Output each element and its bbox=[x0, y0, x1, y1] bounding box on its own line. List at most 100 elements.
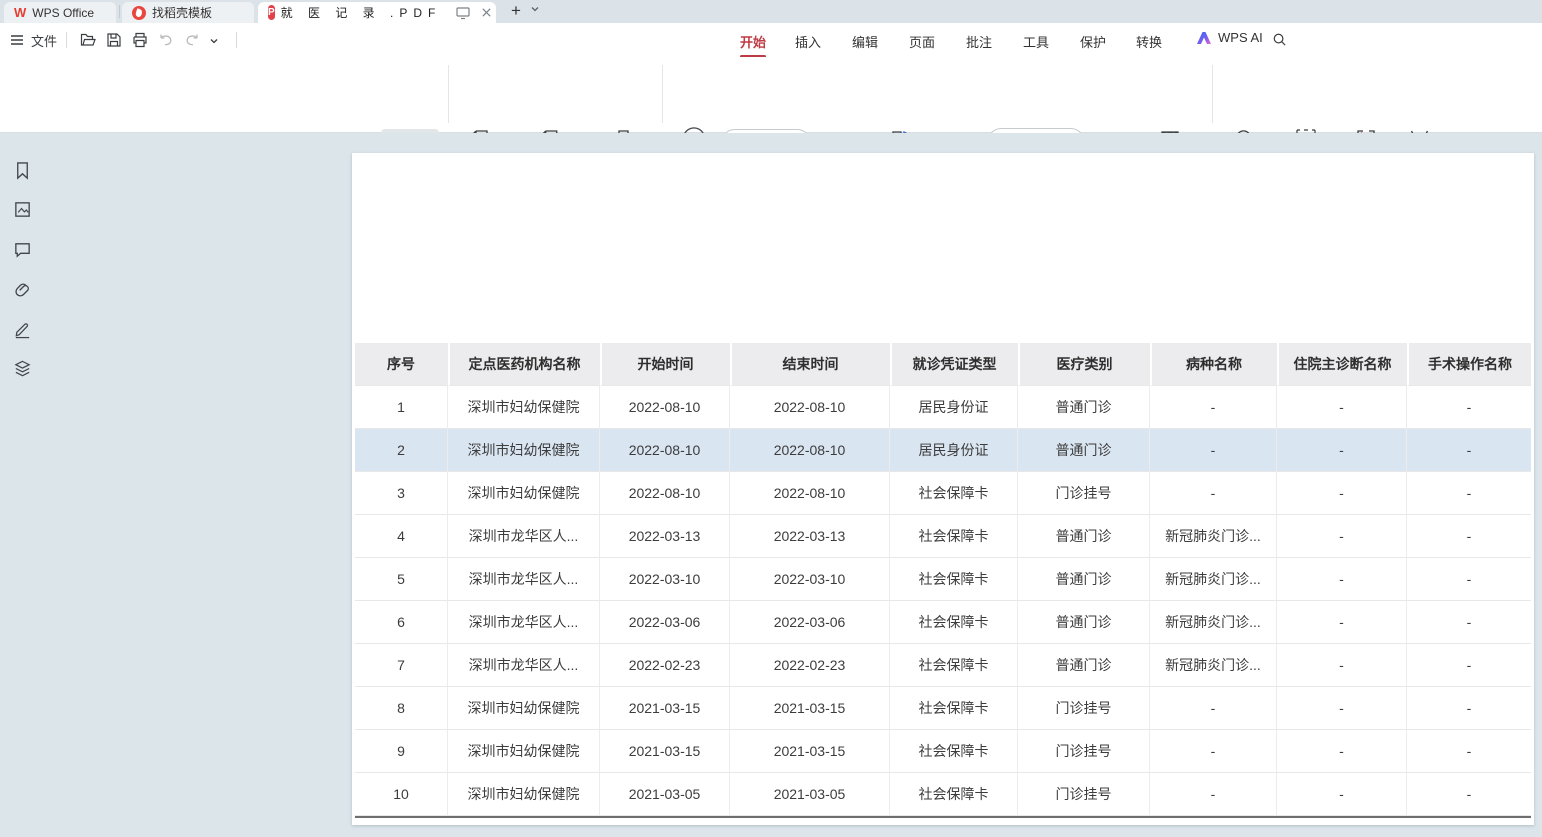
table-cell: - bbox=[1150, 773, 1277, 816]
open-folder-icon[interactable] bbox=[80, 32, 96, 48]
table-cell: - bbox=[1407, 730, 1531, 773]
column-header: 序号 bbox=[355, 343, 448, 386]
divider bbox=[66, 32, 67, 48]
tab-document-pdf[interactable]: P 就 医 记 录 .PDF bbox=[258, 2, 496, 23]
table-cell: 2022-03-10 bbox=[600, 558, 730, 601]
new-tab-button[interactable]: + bbox=[506, 0, 526, 22]
column-header: 定点医药机构名称 bbox=[448, 343, 600, 386]
table-cell: - bbox=[1407, 472, 1531, 515]
close-tab-icon[interactable] bbox=[481, 7, 492, 18]
wps-ai-icon bbox=[1196, 31, 1212, 45]
attachment-panel-icon[interactable] bbox=[13, 280, 32, 299]
window-tab-bar: W WPS Office 找稻壳模板 P 就 医 记 录 .PDF + bbox=[0, 0, 1542, 23]
redo-icon[interactable] bbox=[184, 32, 200, 48]
table-cell: - bbox=[1407, 644, 1531, 687]
table-cell: 深圳市妇幼保健院 bbox=[448, 773, 600, 816]
menu-tab-8[interactable]: 转换 bbox=[1136, 30, 1162, 52]
table-cell: 社会保障卡 bbox=[890, 730, 1018, 773]
table-cell: 2021-03-05 bbox=[600, 773, 730, 816]
table-cell: - bbox=[1277, 558, 1407, 601]
table-cell: 2022-02-23 bbox=[600, 644, 730, 687]
tab-wps-office[interactable]: W WPS Office bbox=[4, 2, 116, 23]
table-cell: 2022-02-23 bbox=[730, 644, 890, 687]
table-cell: 普通门诊 bbox=[1018, 429, 1150, 472]
table-cell: 2022-08-10 bbox=[600, 386, 730, 429]
table-cell: 普通门诊 bbox=[1018, 601, 1150, 644]
table-row: 4深圳市龙华区人...2022-03-132022-03-13社会保障卡普通门诊… bbox=[355, 515, 1531, 558]
table-row: 1深圳市妇幼保健院2022-08-102022-08-10居民身份证普通门诊--… bbox=[355, 386, 1531, 429]
table-cell: 社会保障卡 bbox=[890, 558, 1018, 601]
table-cell: - bbox=[1277, 644, 1407, 687]
table-row: 5深圳市龙华区人...2022-03-102022-03-10社会保障卡普通门诊… bbox=[355, 558, 1531, 601]
wps-ai-button[interactable]: WPS AI bbox=[1196, 30, 1263, 45]
menu-search-icon[interactable] bbox=[1272, 32, 1287, 47]
tab-label: WPS Office bbox=[32, 6, 94, 20]
menu-tab-4[interactable]: 页面 bbox=[909, 30, 935, 52]
table-cell: 新冠肺炎门诊... bbox=[1150, 601, 1277, 644]
undo-icon[interactable] bbox=[158, 32, 174, 48]
column-header: 医疗类别 bbox=[1018, 343, 1150, 386]
tab-docer-templates[interactable]: 找稻壳模板 bbox=[122, 2, 254, 23]
table-cell: - bbox=[1277, 687, 1407, 730]
table-cell: - bbox=[1407, 515, 1531, 558]
pdf-file-icon: P bbox=[268, 5, 275, 20]
table-row: 2深圳市妇幼保健院2022-08-102022-08-10居民身份证普通门诊--… bbox=[355, 429, 1531, 472]
wps-ai-label: WPS AI bbox=[1218, 30, 1263, 45]
document-title: 就 医 记 录 .PDF bbox=[281, 4, 442, 21]
table-cell: - bbox=[1277, 601, 1407, 644]
menu-tab-3[interactable]: 编辑 bbox=[852, 30, 878, 52]
table-cell: 2022-03-13 bbox=[730, 515, 890, 558]
table-cell: 2022-08-10 bbox=[600, 472, 730, 515]
menu-tab-6[interactable]: 工具 bbox=[1023, 30, 1049, 52]
table-header-row: 序号定点医药机构名称开始时间结束时间就诊凭证类型医疗类别病种名称住院主诊断名称手… bbox=[355, 343, 1531, 386]
table-cell: 普通门诊 bbox=[1018, 644, 1150, 687]
thumbnail-panel-icon[interactable] bbox=[13, 200, 32, 219]
bookmark-panel-icon[interactable] bbox=[13, 161, 32, 180]
file-menu-button[interactable]: 文件 bbox=[10, 23, 57, 57]
table-cell: - bbox=[1277, 429, 1407, 472]
table-cell: 新冠肺炎门诊... bbox=[1150, 644, 1277, 687]
table-cell: 深圳市妇幼保健院 bbox=[448, 687, 600, 730]
table-cell: - bbox=[1407, 687, 1531, 730]
table-cell: - bbox=[1407, 601, 1531, 644]
signature-panel-icon[interactable] bbox=[13, 320, 32, 339]
table-cell: - bbox=[1277, 515, 1407, 558]
table-cell: 社会保障卡 bbox=[890, 472, 1018, 515]
table-cell: - bbox=[1407, 558, 1531, 601]
table-row: 3深圳市妇幼保健院2022-08-102022-08-10社会保障卡门诊挂号--… bbox=[355, 472, 1531, 515]
table-cell: 2022-08-10 bbox=[600, 429, 730, 472]
table-cell: 深圳市妇幼保健院 bbox=[448, 386, 600, 429]
table-row: 7深圳市龙华区人...2022-02-232022-02-23社会保障卡普通门诊… bbox=[355, 644, 1531, 687]
tab-list-chevron-icon[interactable] bbox=[530, 4, 540, 14]
table-cell: 门诊挂号 bbox=[1018, 472, 1150, 515]
table-cell: 居民身份证 bbox=[890, 386, 1018, 429]
column-header: 手术操作名称 bbox=[1407, 343, 1531, 386]
menu-tab-2[interactable]: 插入 bbox=[795, 30, 821, 52]
table-cell: 3 bbox=[355, 472, 448, 515]
menu-tab-1[interactable]: 开始 bbox=[740, 30, 766, 52]
pdf-page[interactable]: 序号定点医药机构名称开始时间结束时间就诊凭证类型医疗类别病种名称住院主诊断名称手… bbox=[352, 153, 1534, 825]
table-cell: - bbox=[1407, 386, 1531, 429]
table-cell: - bbox=[1150, 730, 1277, 773]
table-cell: - bbox=[1277, 472, 1407, 515]
table-cell: 深圳市妇幼保健院 bbox=[448, 429, 600, 472]
table-cell: - bbox=[1150, 429, 1277, 472]
table-cell: - bbox=[1150, 472, 1277, 515]
table-cell: 6 bbox=[355, 601, 448, 644]
hamburger-icon bbox=[10, 34, 24, 46]
save-icon[interactable] bbox=[106, 32, 122, 48]
table-cell: - bbox=[1407, 773, 1531, 816]
table-cell: - bbox=[1407, 429, 1531, 472]
monitor-icon[interactable] bbox=[455, 5, 471, 21]
column-header: 开始时间 bbox=[600, 343, 730, 386]
table-cell: - bbox=[1277, 386, 1407, 429]
menu-tab-7[interactable]: 保护 bbox=[1080, 30, 1106, 52]
comment-panel-icon[interactable] bbox=[13, 240, 32, 259]
table-cell: 普通门诊 bbox=[1018, 386, 1150, 429]
table-cell: - bbox=[1277, 730, 1407, 773]
menu-tab-5[interactable]: 批注 bbox=[966, 30, 992, 52]
print-icon[interactable] bbox=[132, 32, 148, 48]
layers-panel-icon[interactable] bbox=[13, 359, 32, 378]
quick-access-chevron-icon[interactable] bbox=[209, 36, 219, 46]
table-cell: 2022-03-06 bbox=[730, 601, 890, 644]
